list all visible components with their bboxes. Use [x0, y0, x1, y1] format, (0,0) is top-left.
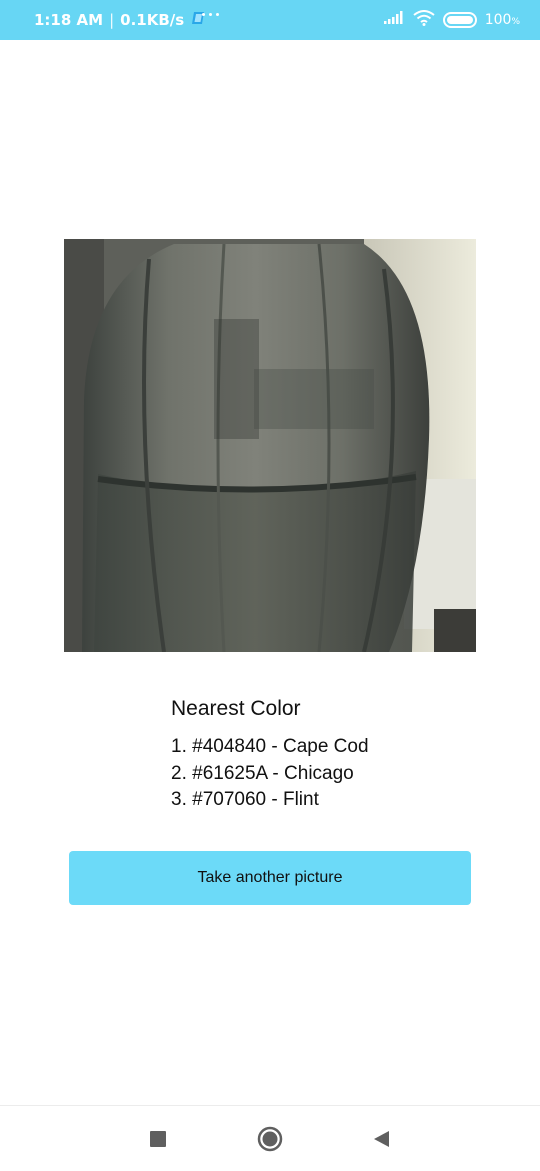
color-item: 1. #404840 - Cape Cod: [171, 736, 369, 757]
wifi-icon: [413, 10, 435, 30]
status-separator: |: [109, 11, 115, 29]
navigation-bar: [0, 1105, 540, 1171]
battery-icon: [442, 12, 477, 28]
take-another-picture-button[interactable]: Take another picture: [69, 851, 471, 905]
status-bar: 1:18 AM | 0.1KB/s 100%: [0, 0, 540, 40]
results-title: Nearest Color: [171, 697, 301, 720]
signal-icon: [383, 11, 405, 29]
color-list: 1. #404840 - Cape Cod 2. #61625A - Chica…: [171, 734, 491, 814]
battery-level: 100%: [484, 12, 520, 28]
status-left: 1:18 AM | 0.1KB/s: [34, 0, 206, 40]
status-right: 100%: [383, 0, 520, 40]
captured-photo: [64, 239, 476, 652]
status-time: 1:18 AM: [34, 11, 104, 29]
color-item: 2. #61625A - Chicago: [171, 762, 354, 784]
network-speed: 0.1KB/s: [120, 11, 185, 29]
color-item: 3. #707060 - Flint: [171, 789, 319, 810]
home-circle-icon[interactable]: [257, 1126, 283, 1152]
more-notifications-icon: [202, 13, 219, 16]
nearest-color-panel: Nearest Color 1. #404840 - Cape Cod 2. #…: [171, 696, 491, 814]
recents-square-icon[interactable]: [145, 1126, 171, 1152]
back-triangle-icon[interactable]: [368, 1126, 394, 1152]
